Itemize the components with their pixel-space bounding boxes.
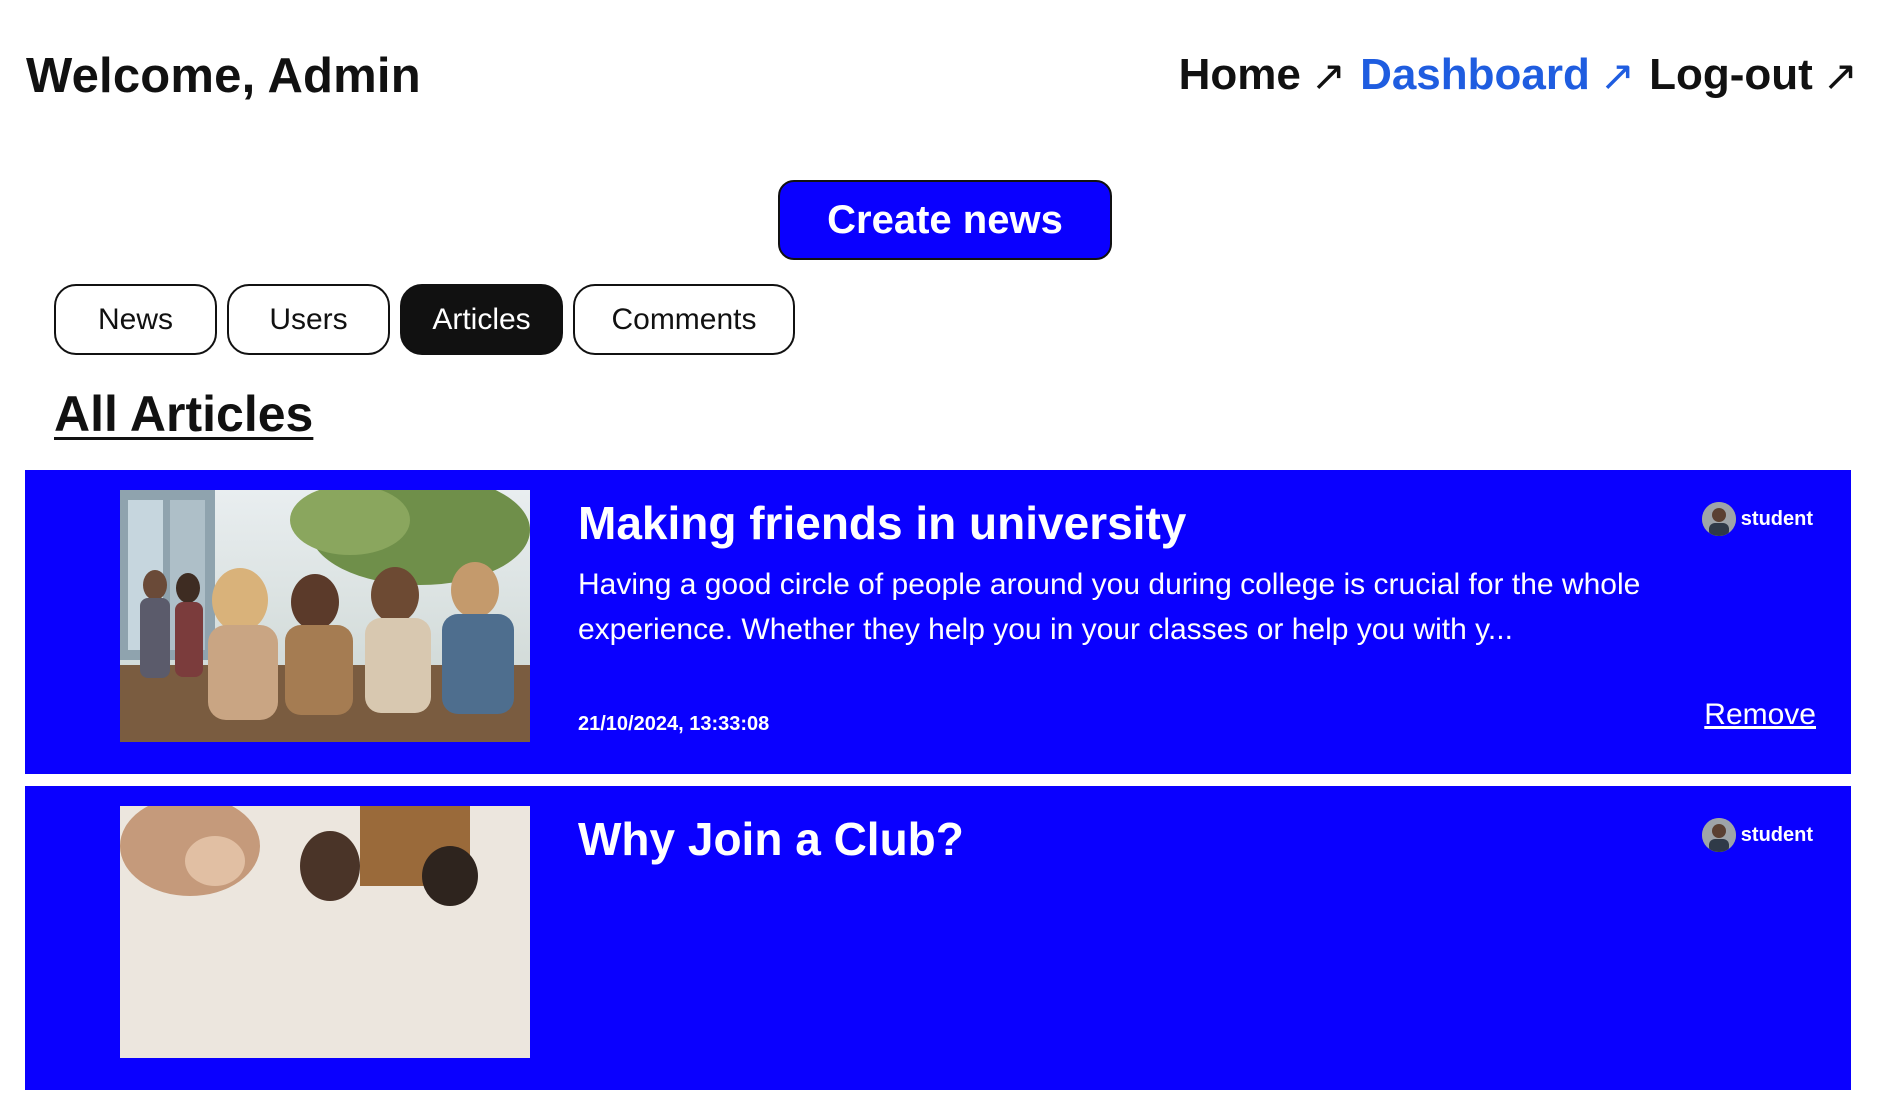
nav-home-label: Home <box>1178 50 1301 99</box>
article-title[interactable]: Why Join a Club? <box>578 812 964 866</box>
nav-home-link[interactable]: Home ↗ <box>1179 50 1346 100</box>
nav-logout-label: Log-out <box>1649 50 1813 99</box>
article-card: Why Join a Club? student <box>25 786 1851 1090</box>
club-photo <box>120 806 530 1058</box>
article-author: student <box>1701 502 1813 536</box>
tab-news[interactable]: News <box>54 284 217 355</box>
article-list: Making friends in university Having a go… <box>25 470 1851 1102</box>
author-name: student <box>1740 823 1813 846</box>
section-title: All Articles <box>54 386 314 442</box>
article-author: student <box>1701 818 1813 852</box>
nav-dashboard-link[interactable]: Dashboard ↗ <box>1360 50 1635 100</box>
nav-logout-link[interactable]: Log-out ↗ <box>1649 50 1858 100</box>
article-card: Making friends in university Having a go… <box>25 470 1851 774</box>
user-avatar-icon <box>1701 502 1736 536</box>
user-avatar-icon <box>1701 818 1736 852</box>
students-photo <box>120 490 530 742</box>
avatar <box>1701 502 1736 536</box>
article-title[interactable]: Making friends in university <box>578 496 1186 550</box>
arrow-up-right-icon: ↗ <box>1310 51 1347 99</box>
create-news-button[interactable]: Create news <box>778 180 1112 260</box>
article-date: 21/10/2024, 13:33:08 <box>578 713 770 735</box>
avatar <box>1701 818 1736 852</box>
tab-comments[interactable]: Comments <box>573 284 795 355</box>
welcome-heading: Welcome, Admin <box>26 49 421 103</box>
author-name: student <box>1740 507 1813 530</box>
arrow-up-right-icon: ↗ <box>1822 51 1858 99</box>
tab-users[interactable]: Users <box>227 284 390 355</box>
nav-dashboard-label: Dashboard <box>1360 50 1590 99</box>
tab-articles[interactable]: Articles <box>400 284 563 355</box>
remove-article-link[interactable]: Remove <box>1704 698 1816 732</box>
page-header: Welcome, Admin Home ↗ Dashboard ↗ Log-ou… <box>0 0 1878 150</box>
admin-tabs: News Users Articles Comments <box>54 284 805 355</box>
arrow-up-right-icon: ↗ <box>1599 51 1636 99</box>
article-excerpt: Having a good circle of people around yo… <box>578 568 1641 646</box>
top-nav: Home ↗ Dashboard ↗ Log-out ↗ <box>1165 50 1858 100</box>
article-image <box>120 806 530 1058</box>
article-image <box>120 490 530 742</box>
